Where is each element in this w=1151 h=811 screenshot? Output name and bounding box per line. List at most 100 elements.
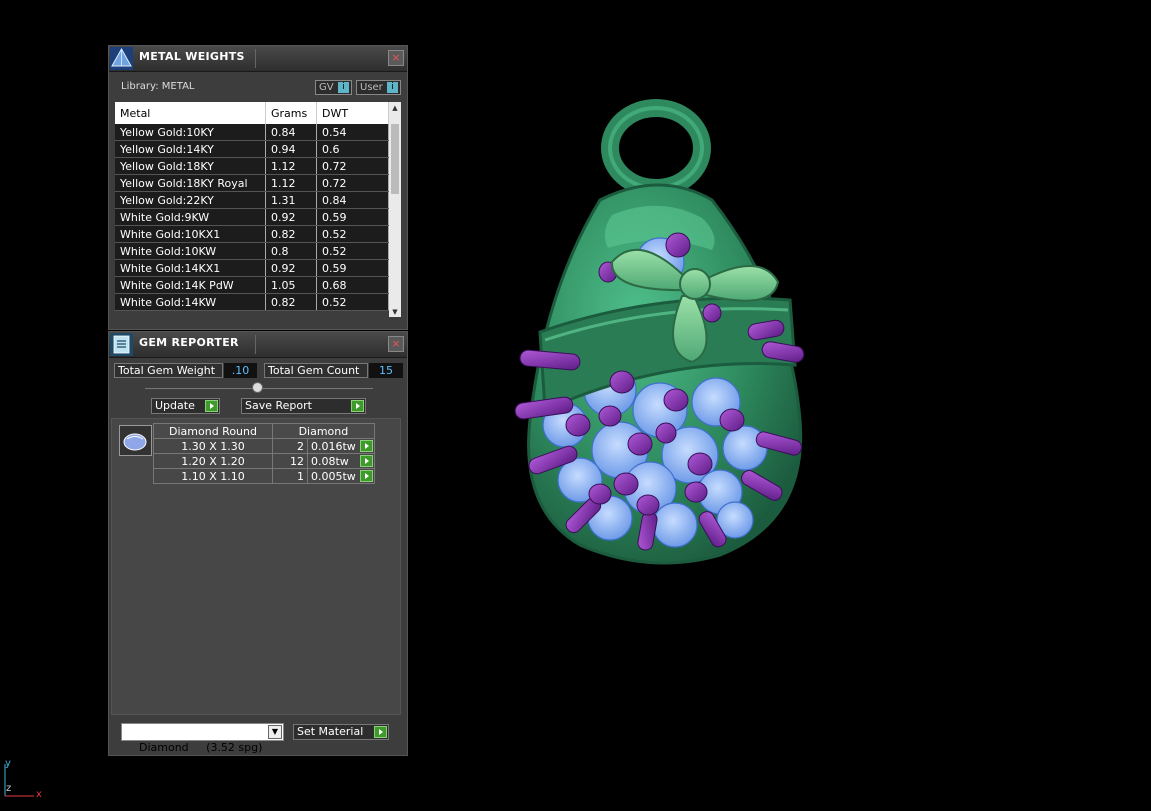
cell-dwt: 0.52 [316, 242, 389, 260]
axis-gizmo: y z x [0, 758, 50, 803]
scroll-thumb[interactable] [391, 124, 399, 194]
table-row[interactable]: White Gold:14KX1 0.92 0.59 [115, 259, 389, 277]
material-select[interactable]: Diamond (3.52 spg) ▼ [121, 723, 284, 754]
dropdown-arrow-icon[interactable]: ▼ [268, 725, 282, 739]
cell-grams: 1.12 [265, 174, 317, 192]
close-icon[interactable]: × [388, 50, 404, 66]
metal-weights-title: METAL WEIGHTS [139, 50, 245, 63]
cell-dwt: 0.54 [316, 124, 389, 141]
table-row[interactable]: White Gold:14K PdW 1.05 0.68 [115, 276, 389, 294]
table-row[interactable]: White Gold:10KX1 0.82 0.52 [115, 225, 389, 243]
cell-metal: Yellow Gold:22KY [115, 191, 266, 209]
table-row[interactable]: White Gold:14KW 0.82 0.52 [115, 293, 389, 311]
scroll-up-icon[interactable]: ▲ [390, 104, 400, 112]
cell-grams: 1.31 [265, 191, 317, 209]
cell-metal: Yellow Gold:18KY [115, 157, 266, 175]
play-icon[interactable] [359, 455, 373, 467]
table-row[interactable]: Yellow Gold:18KY 1.12 0.72 [115, 157, 389, 175]
report-icon [110, 333, 133, 356]
metal-weights-panel: METAL WEIGHTS × Library: METAL GV i User i… [108, 45, 408, 330]
library-label: Library: METAL [121, 81, 195, 92]
cell-grams: 0.94 [265, 140, 317, 158]
gv-toggle[interactable]: GV i [315, 80, 352, 95]
cell-metal: Yellow Gold:18KY Royal [115, 174, 266, 192]
info-icon: i [387, 82, 398, 93]
metal-weights-titlebar[interactable]: METAL WEIGHTS × [109, 46, 407, 72]
gem-row[interactable]: 1.20 X 1.20 12 0.08tw [153, 453, 375, 469]
gem-weight: 0.08tw [307, 453, 375, 469]
pyramid-icon [110, 47, 133, 70]
info-icon: i [338, 82, 349, 93]
cell-dwt: 0.68 [316, 276, 389, 294]
total-gem-count-value: 15 [369, 363, 403, 378]
cell-grams: 1.05 [265, 276, 317, 294]
cell-metal: Yellow Gold:14KY [115, 140, 266, 158]
cell-metal: White Gold:9KW [115, 208, 266, 226]
column-header-dwt[interactable]: DWT [316, 102, 389, 124]
cell-metal: White Gold:10KW [115, 242, 266, 260]
column-header-metal[interactable]: Metal [115, 102, 266, 124]
cell-grams: 0.92 [265, 208, 317, 226]
gem-row[interactable]: 1.10 X 1.10 1 0.005tw [153, 468, 375, 484]
total-gem-count-label: Total Gem Count [264, 363, 368, 378]
cell-grams: 0.92 [265, 259, 317, 277]
play-icon[interactable] [359, 440, 373, 452]
gem-thumbnail[interactable] [119, 425, 152, 456]
update-button[interactable]: Update [151, 398, 220, 414]
cell-metal: White Gold:14K PdW [115, 276, 266, 294]
metal-table-scrollbar[interactable]: ▲ ▼ [389, 102, 401, 317]
gem-weight: 0.005tw [307, 468, 375, 484]
total-gem-weight-label: Total Gem Weight [114, 363, 223, 378]
table-row[interactable]: Yellow Gold:10KY 0.84 0.54 [115, 124, 389, 141]
gem-reporter-title: GEM REPORTER [139, 336, 239, 349]
cell-grams: 0.82 [265, 293, 317, 311]
table-row[interactable]: White Gold:10KW 0.8 0.52 [115, 242, 389, 260]
gem-reporter-titlebar[interactable]: GEM REPORTER × [109, 332, 407, 358]
gem-shape-header: Diamond Round [153, 423, 273, 439]
gem-count: 12 [272, 453, 308, 469]
gem-size: 1.30 X 1.30 [153, 438, 273, 454]
cell-grams: 0.84 [265, 124, 317, 141]
save-report-button[interactable]: Save Report [241, 398, 366, 414]
gem-size: 1.10 X 1.10 [153, 468, 273, 484]
cell-metal: White Gold:14KX1 [115, 259, 266, 277]
cell-grams: 1.12 [265, 157, 317, 175]
gem-row[interactable]: 1.30 X 1.30 2 0.016tw [153, 438, 375, 454]
play-icon [351, 400, 364, 412]
gem-weight: 0.016tw [307, 438, 375, 454]
metal-weights-table: Metal Grams DWT Yellow Gold:10KY 0.84 0.54… [115, 102, 389, 311]
user-toggle[interactable]: User i [356, 80, 401, 95]
cell-dwt: 0.72 [316, 157, 389, 175]
cell-metal: Yellow Gold:10KY [115, 124, 266, 141]
cell-dwt: 0.59 [316, 208, 389, 226]
cell-metal: White Gold:10KX1 [115, 225, 266, 243]
gem-count: 2 [272, 438, 308, 454]
scroll-down-icon[interactable]: ▼ [390, 308, 400, 316]
cell-dwt: 0.52 [316, 293, 389, 311]
round-diamond-icon [123, 433, 147, 451]
cell-dwt: 0.84 [316, 191, 389, 209]
cell-dwt: 0.52 [316, 225, 389, 243]
play-icon[interactable] [359, 470, 373, 482]
set-material-button[interactable]: Set Material [293, 724, 389, 740]
gem-size-table: Diamond Round Diamond 1.30 X 1.30 2 0.016t… [153, 423, 375, 484]
table-row[interactable]: Yellow Gold:18KY Royal 1.12 0.72 [115, 174, 389, 192]
cell-grams: 0.82 [265, 225, 317, 243]
axis-z-label: z [6, 783, 12, 794]
axis-x-label: x [36, 789, 42, 800]
total-gem-weight-value: .10 [224, 363, 257, 378]
close-icon[interactable]: × [388, 336, 404, 352]
table-row[interactable]: Yellow Gold:22KY 1.31 0.84 [115, 191, 389, 209]
gem-size: 1.20 X 1.20 [153, 453, 273, 469]
cell-grams: 0.8 [265, 242, 317, 260]
gem-reporter-panel: GEM REPORTER × Total Gem Weight .10 Tota… [108, 331, 408, 756]
collapse-toggle[interactable] [252, 382, 263, 393]
gem-material-header: Diamond [272, 423, 375, 439]
table-row[interactable]: White Gold:9KW 0.92 0.59 [115, 208, 389, 226]
column-header-grams[interactable]: Grams [265, 102, 317, 124]
gem-count: 1 [272, 468, 308, 484]
cell-dwt: 0.6 [316, 140, 389, 158]
cell-dwt: 0.72 [316, 174, 389, 192]
axis-y-label: y [5, 758, 11, 769]
table-row[interactable]: Yellow Gold:14KY 0.94 0.6 [115, 140, 389, 158]
